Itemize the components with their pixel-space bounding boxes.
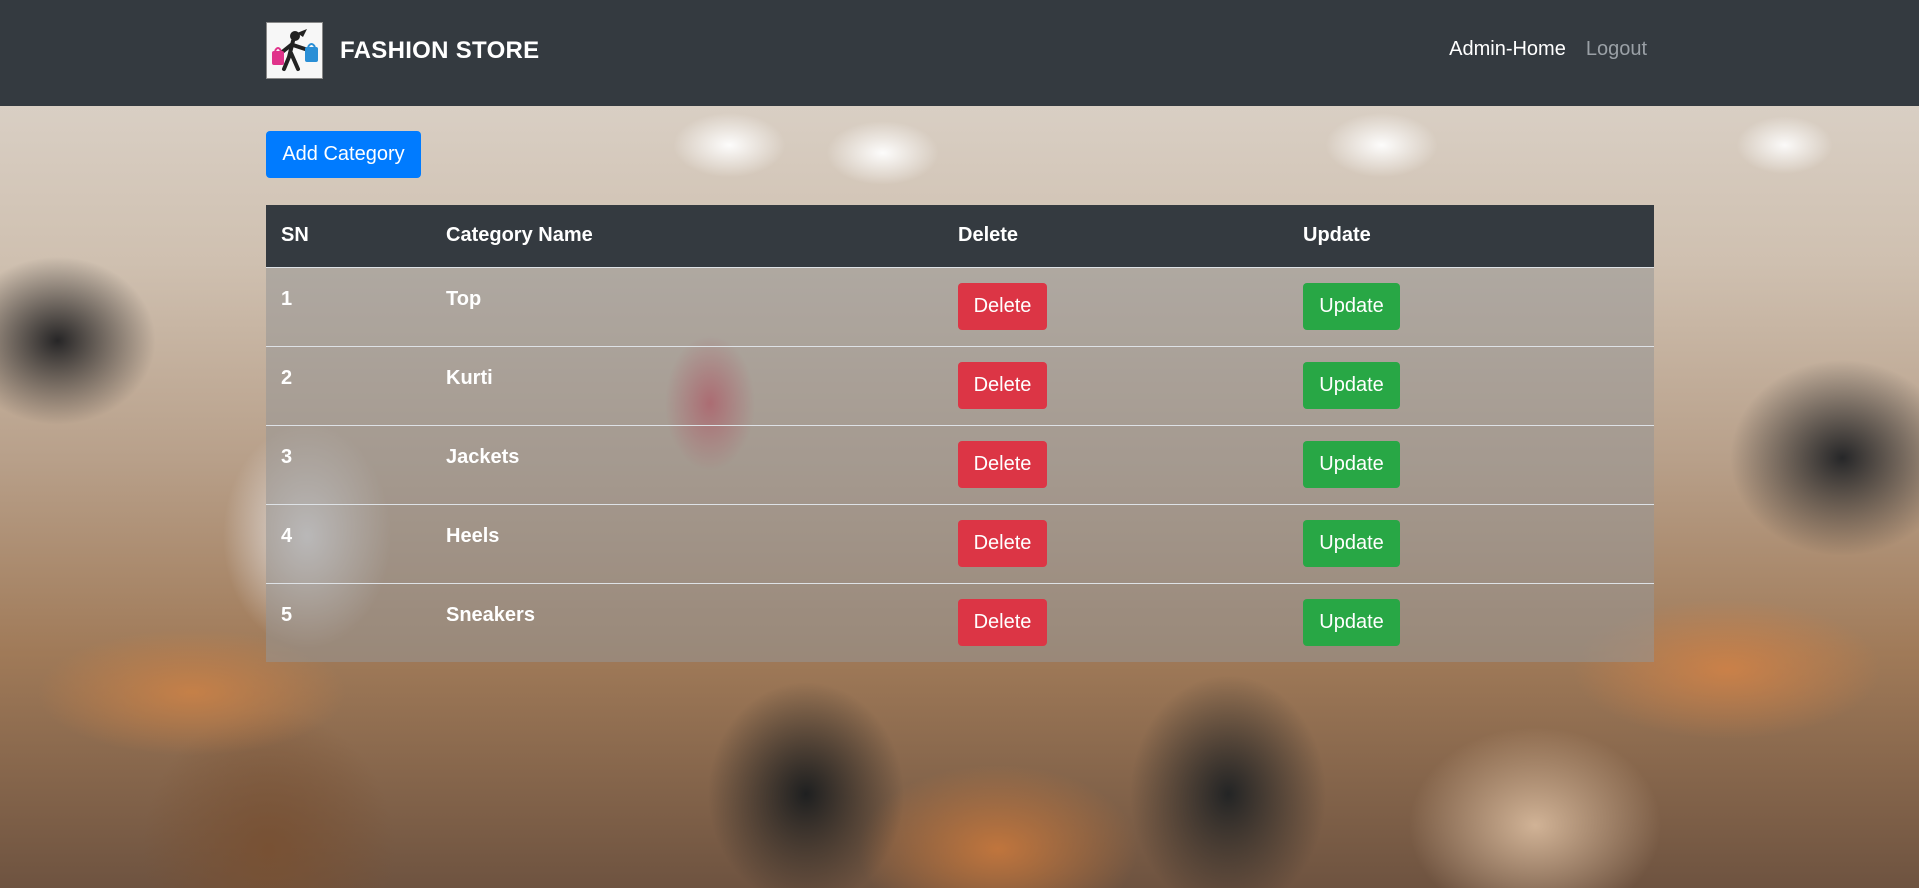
update-button[interactable]: Update — [1303, 362, 1400, 409]
row-category-name: Sneakers — [446, 603, 535, 626]
table-row: 3 Jackets Delete Update — [266, 425, 1654, 504]
update-button[interactable]: Update — [1303, 283, 1400, 330]
delete-button[interactable]: Delete — [958, 520, 1047, 567]
delete-button[interactable]: Delete — [958, 362, 1047, 409]
update-button[interactable]: Update — [1303, 520, 1400, 567]
row-sn: 3 — [281, 445, 293, 468]
shopper-logo-icon — [266, 22, 323, 79]
row-sn: 1 — [281, 287, 293, 310]
table-header-row: SN Category Name Delete Update — [266, 205, 1654, 267]
update-button[interactable]: Update — [1303, 441, 1400, 488]
add-category-button[interactable]: Add Category — [266, 131, 421, 178]
row-sn: 4 — [281, 524, 293, 547]
delete-button[interactable]: Delete — [958, 283, 1047, 330]
table-row: 2 Kurti Delete Update — [266, 346, 1654, 425]
row-sn: 2 — [281, 366, 293, 389]
row-category-name: Heels — [446, 524, 500, 547]
table-row: 1 Top Delete Update — [266, 267, 1654, 346]
header-sn: SN — [281, 224, 309, 247]
table-row: 5 Sneakers Delete Update — [266, 583, 1654, 662]
header-category-name: Category Name — [446, 224, 593, 247]
update-button[interactable]: Update — [1303, 599, 1400, 647]
header-update: Update — [1303, 224, 1371, 247]
logout-link[interactable]: Logout — [1586, 38, 1647, 61]
row-category-name: Top — [446, 287, 482, 310]
table-row: 4 Heels Delete Update — [266, 504, 1654, 583]
nav-links: Admin-Home Logout — [1449, 38, 1647, 61]
header-delete: Delete — [958, 224, 1019, 247]
navbar: FASHION STORE Admin-Home Logout — [0, 0, 1919, 106]
admin-home-link[interactable]: Admin-Home — [1449, 38, 1566, 61]
row-category-name: Kurti — [446, 366, 493, 389]
brand[interactable]: FASHION STORE — [266, 22, 540, 79]
brand-name: FASHION STORE — [340, 36, 540, 64]
row-sn: 5 — [281, 603, 293, 626]
category-table: SN Category Name Delete Update 1 Top Del… — [266, 205, 1654, 662]
delete-button[interactable]: Delete — [958, 441, 1047, 488]
delete-button[interactable]: Delete — [958, 599, 1047, 647]
row-category-name: Jackets — [446, 445, 520, 468]
